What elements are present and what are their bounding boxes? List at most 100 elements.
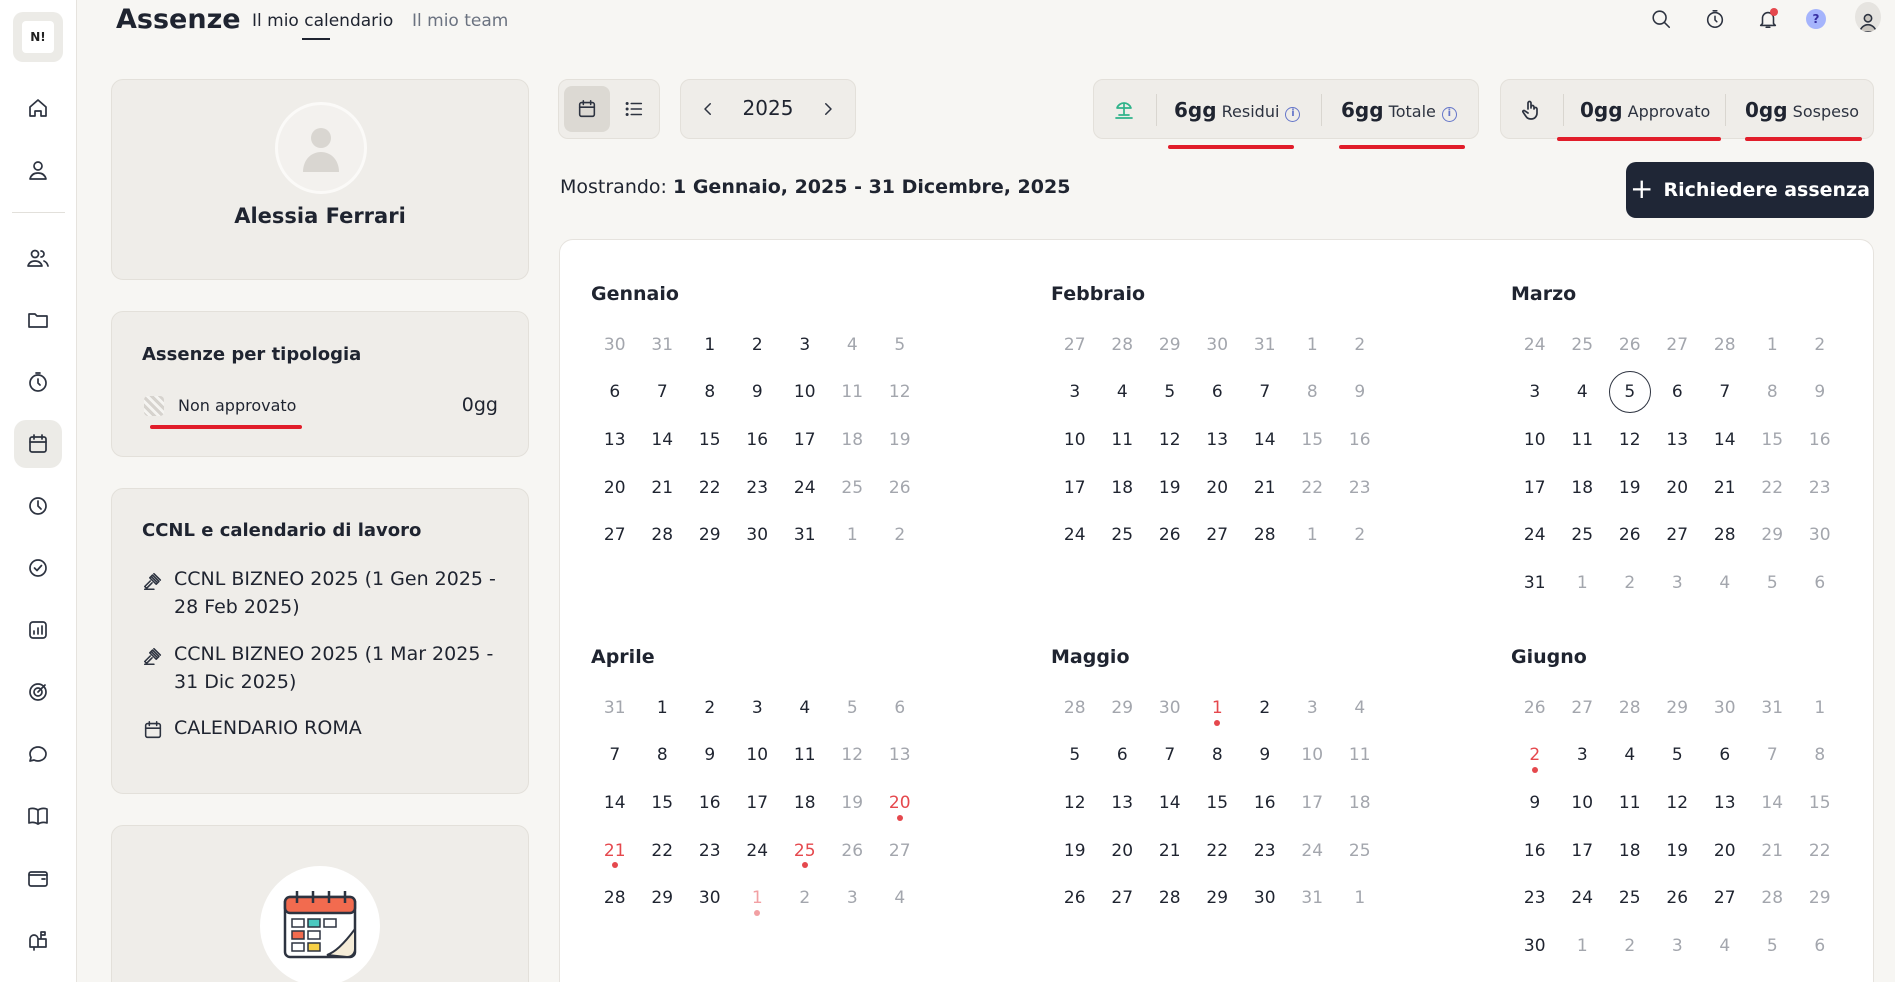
calendar-day[interactable]: 18 [1099,464,1147,512]
nav-documents[interactable] [14,296,62,344]
calendar-day[interactable]: 4 [1606,732,1654,780]
calendar-day[interactable]: 20 [1654,464,1702,512]
calendar-day[interactable]: 1 [1749,321,1797,369]
calendar-day[interactable]: 20 [1099,827,1147,875]
calendar-day[interactable]: 4 [1701,559,1749,607]
calendar-day[interactable]: 2 [1606,559,1654,607]
calendar-day[interactable]: 30 [686,874,734,922]
calendar-day[interactable]: 22 [639,827,687,875]
calendar-day[interactable]: 7 [639,369,687,417]
calendar-day[interactable]: 30 [1511,922,1559,970]
calendar-day[interactable]: 18 [1606,827,1654,875]
calendar-day[interactable]: 21 [1749,827,1797,875]
calendar-day[interactable]: 16 [734,416,782,464]
calendar-day[interactable]: 2 [1336,511,1384,559]
calendar-day[interactable]: 19 [876,416,924,464]
calendar-day[interactable]: 1 [1559,559,1607,607]
calendar-day[interactable]: 24 [1511,321,1559,369]
calendar-day[interactable]: 25 [1336,827,1384,875]
calendar-day[interactable]: 10 [1051,416,1099,464]
calendar-day[interactable]: 1 [829,511,877,559]
calendar-day[interactable]: 13 [876,732,924,780]
calendar-day[interactable]: 4 [829,321,877,369]
calendar-day[interactable]: 27 [1051,321,1099,369]
calendar-day[interactable]: 13 [1194,416,1242,464]
calendar-day[interactable]: 2 [781,874,829,922]
calendar-day[interactable]: 1 [1289,511,1337,559]
calendar-day[interactable]: 7 [1749,732,1797,780]
nav-feedback[interactable] [14,730,62,778]
calendar-day[interactable]: 8 [1289,369,1337,417]
calendar-day[interactable]: 23 [1511,874,1559,922]
calendar-day[interactable]: 6 [1796,559,1844,607]
calendar-day[interactable]: 27 [1194,511,1242,559]
calendar-day[interactable]: 20 [1194,464,1242,512]
nav-expenses[interactable] [14,854,62,902]
calendar-day[interactable]: 27 [1559,684,1607,732]
calendar-day[interactable]: 22 [1194,827,1242,875]
calendar-day[interactable]: 8 [1796,732,1844,780]
calendar-day[interactable]: 30 [591,321,639,369]
calendar-day[interactable]: 6 [1654,369,1702,417]
calendar-day-holiday[interactable]: 25 [781,827,829,875]
calendar-day[interactable]: 5 [1749,559,1797,607]
calendar-day[interactable]: 8 [1194,732,1242,780]
calendar-day[interactable]: 30 [1146,684,1194,732]
calendar-day[interactable]: 31 [1511,559,1559,607]
info-icon[interactable]: i [1285,107,1301,122]
calendar-day[interactable]: 12 [1606,416,1654,464]
calendar-day[interactable]: 28 [591,874,639,922]
calendar-day[interactable]: 30 [1241,874,1289,922]
calendar-day[interactable]: 20 [1701,827,1749,875]
calendar-day[interactable]: 16 [1796,416,1844,464]
calendar-day[interactable]: 16 [1336,416,1384,464]
calendar-day[interactable]: 20 [591,464,639,512]
calendar-day[interactable]: 19 [1654,827,1702,875]
calendar-day[interactable]: 23 [1241,827,1289,875]
calendar-day[interactable]: 4 [876,874,924,922]
calendar-day[interactable]: 9 [1796,369,1844,417]
calendar-day[interactable]: 11 [829,369,877,417]
calendar-day[interactable]: 16 [1511,827,1559,875]
calendar-day[interactable]: 2 [876,511,924,559]
calendar-day[interactable]: 15 [639,779,687,827]
calendar-day[interactable]: 12 [876,369,924,417]
calendar-day[interactable]: 8 [639,732,687,780]
calendar-day[interactable]: 27 [591,511,639,559]
calendar-day[interactable]: 28 [1606,684,1654,732]
calendar-day[interactable]: 28 [639,511,687,559]
calendar-day[interactable]: 9 [1336,369,1384,417]
calendar-day[interactable]: 11 [781,732,829,780]
calendar-day-holiday[interactable]: 21 [591,827,639,875]
calendar-day[interactable]: 7 [1146,732,1194,780]
calendar-day[interactable]: 22 [1289,464,1337,512]
calendar-day[interactable]: 31 [781,511,829,559]
calendar-day[interactable]: 17 [1289,779,1337,827]
calendar-day[interactable]: 15 [1796,779,1844,827]
calendar-day[interactable]: 1 [1336,874,1384,922]
calendar-day[interactable]: 5 [1051,732,1099,780]
info-icon[interactable]: i [1441,107,1457,122]
calendar-day[interactable]: 28 [1099,321,1147,369]
calendar-day[interactable]: 6 [1796,922,1844,970]
calendar-day[interactable]: 29 [1796,874,1844,922]
help-button[interactable]: ? [1803,6,1829,32]
calendar-day[interactable]: 14 [1701,416,1749,464]
nav-absences[interactable] [14,420,62,468]
calendar-day[interactable]: 12 [1051,779,1099,827]
calendar-day[interactable]: 12 [1654,779,1702,827]
calendar-view-button[interactable] [564,86,610,132]
calendar-day[interactable]: 18 [1336,779,1384,827]
calendar-day[interactable]: 22 [1749,464,1797,512]
calendar-day[interactable]: 22 [1796,827,1844,875]
calendar-day[interactable]: 10 [734,732,782,780]
calendar-day[interactable]: 23 [1336,464,1384,512]
calendar-day[interactable]: 26 [1051,874,1099,922]
calendar-day[interactable]: 27 [1654,321,1702,369]
calendar-day[interactable]: 31 [1289,874,1337,922]
calendar-day[interactable]: 11 [1336,732,1384,780]
nav-tasks[interactable] [14,544,62,592]
calendar-day[interactable]: 30 [1701,684,1749,732]
calendar-day[interactable]: 5 [1146,369,1194,417]
calendar-day[interactable]: 29 [1749,511,1797,559]
